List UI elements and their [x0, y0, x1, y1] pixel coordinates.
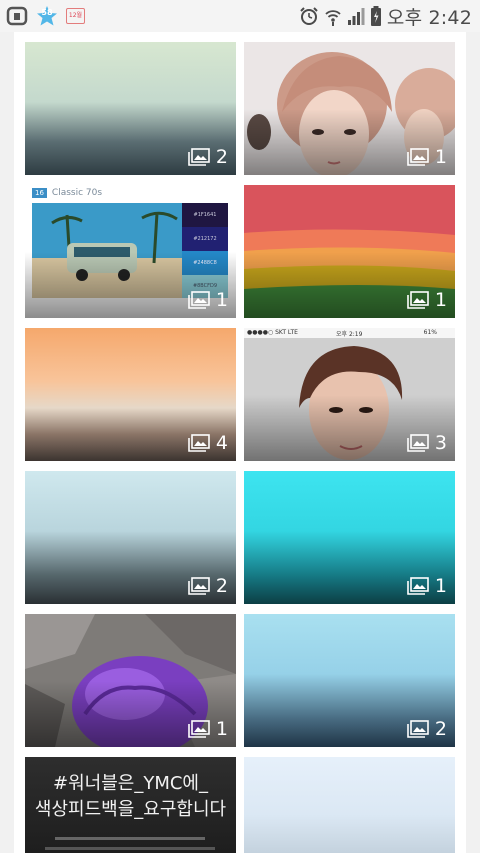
gallery-icon: [407, 720, 429, 738]
grid-tile-8[interactable]: 1: [244, 471, 455, 604]
notification-count: 58: [41, 8, 53, 17]
tile-text-line-2: 색상피드백을_요구합니다: [34, 799, 227, 820]
alarm-icon: [300, 7, 318, 25]
gallery-icon: [407, 148, 429, 166]
signal-icon: [347, 8, 365, 25]
image-grid[interactable]: 2 1 16 Classic 70s #1F1641 #212172 1 1 4…: [14, 32, 466, 853]
app-logo-icon: [6, 6, 28, 26]
image-count: 1: [407, 289, 447, 311]
palette-title: Classic 70s: [51, 188, 103, 198]
image-count-label: 1: [215, 718, 228, 740]
image-count-label: 1: [434, 146, 447, 168]
image-count: 4: [188, 432, 228, 454]
grid-tile-11[interactable]: #워너블은_YMC에_ 색상피드백을_요구합니다: [25, 757, 236, 853]
notification-star-icon: 58: [36, 5, 58, 27]
gallery-icon: [188, 148, 210, 166]
image-count-label: 1: [434, 575, 447, 597]
image-count: 1: [407, 146, 447, 168]
image-count: 3: [407, 432, 447, 454]
calendar-icon: 12월: [66, 8, 85, 24]
swatch-1: #1F1641: [182, 203, 228, 227]
gallery-icon: [188, 291, 210, 309]
grid-tile-2[interactable]: 1: [244, 42, 455, 175]
image-count-label: 2: [434, 718, 447, 740]
gallery-icon: [407, 577, 429, 595]
image-count: 1: [188, 718, 228, 740]
swatch-2: #212172: [182, 227, 228, 251]
image-count: 2: [188, 146, 228, 168]
embedded-status-bar: ●●●●○ SKT LTE 오후 2:19 61%: [244, 328, 455, 338]
grid-tile-7[interactable]: 2: [25, 471, 236, 604]
status-bar-time: 오후 2:42: [386, 6, 472, 29]
image-count-label: 2: [215, 146, 228, 168]
image-count-label: 4: [215, 432, 228, 454]
grid-tile-1[interactable]: 2: [25, 42, 236, 175]
wifi-icon: [325, 10, 341, 26]
tile-text-line-1: #워너블은_YMC에_: [53, 773, 208, 794]
image-count-label: 1: [215, 289, 228, 311]
palette-header: 16 Classic 70s: [32, 188, 102, 198]
image-count-label: 2: [215, 575, 228, 597]
gallery-icon: [407, 291, 429, 309]
status-bar-system: 오후 2:42: [299, 4, 472, 29]
image-count-label: 1: [434, 289, 447, 311]
image-count: 1: [188, 289, 228, 311]
grid-tile-12[interactable]: [244, 757, 455, 853]
tile-text-body: [55, 837, 205, 840]
grid-tile-6[interactable]: ●●●●○ SKT LTE 오후 2:19 61% 3: [244, 328, 455, 461]
gallery-icon: [188, 434, 210, 452]
status-bar-notifications: 58 12월: [6, 5, 85, 27]
status-bar: 58 12월 오후 2:42: [0, 0, 480, 32]
battery-icon: [370, 6, 381, 26]
grid-tile-4[interactable]: 1: [244, 185, 455, 318]
grid-tile-5[interactable]: 4: [25, 328, 236, 461]
grid-tile-3[interactable]: 16 Classic 70s #1F1641 #212172 #2488C8 #…: [25, 185, 236, 318]
grid-tile-9[interactable]: 1: [25, 614, 236, 747]
palette-number: 16: [32, 188, 47, 198]
image-count: 2: [407, 718, 447, 740]
grid-tile-10[interactable]: 2: [244, 614, 455, 747]
image-count: 1: [407, 575, 447, 597]
gallery-icon: [188, 720, 210, 738]
image-count: 2: [188, 575, 228, 597]
tile-text-block: #워너블은_YMC에_ 색상피드백을_요구합니다: [25, 771, 236, 823]
image-count-label: 3: [434, 432, 447, 454]
gallery-icon: [188, 577, 210, 595]
gallery-icon: [407, 434, 429, 452]
